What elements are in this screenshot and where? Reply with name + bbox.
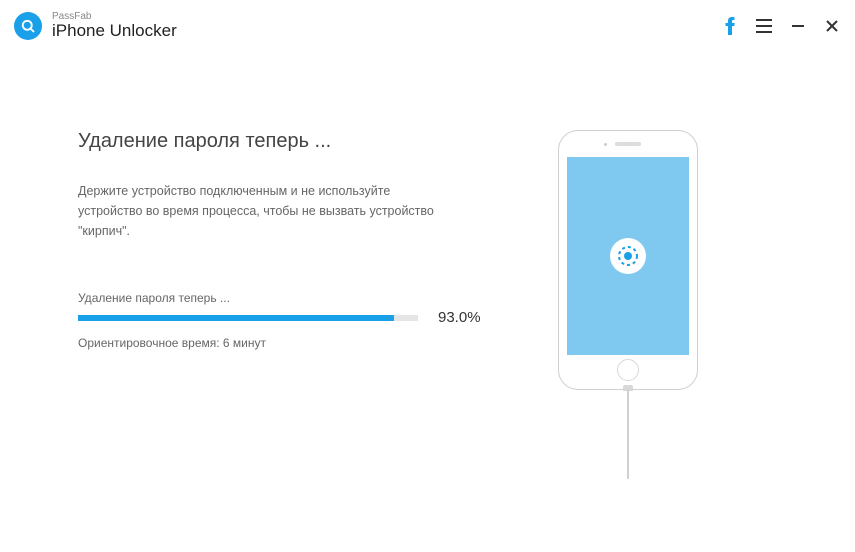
device-illustration [498,130,758,390]
eta-text: Ориентировочное время: 6 минут [78,336,498,350]
app-logo-icon [14,12,42,40]
progress-bar [78,315,418,321]
progress-label: Удаление пароля теперь ... [78,291,498,305]
spinner-icon [610,238,646,274]
main-content: Удаление пароля теперь ... Держите устро… [0,50,855,390]
app-titles: PassFab iPhone Unlocker [52,11,177,41]
phone-icon [558,130,698,390]
close-button[interactable] [823,17,841,35]
phone-home-button-icon [617,359,639,381]
progress-panel: Удаление пароля теперь ... Держите устро… [78,130,498,390]
cable-icon [627,389,629,479]
phone-holder [558,130,698,390]
facebook-icon[interactable] [721,17,739,35]
minimize-button[interactable] [789,17,807,35]
phone-screen [567,157,689,355]
phone-camera-icon [604,143,607,146]
progress-percent: 93.0% [438,309,481,326]
window-controls [721,17,841,35]
menu-icon[interactable] [755,17,773,35]
progress-fill [78,315,394,321]
page-heading: Удаление пароля теперь ... [78,130,498,153]
title-bar: PassFab iPhone Unlocker [0,0,855,50]
app-name: iPhone Unlocker [52,22,177,41]
phone-speaker-icon [615,142,641,146]
progress-row: 93.0% [78,309,498,326]
instruction-text: Держите устройство подключенным и не исп… [78,181,458,241]
